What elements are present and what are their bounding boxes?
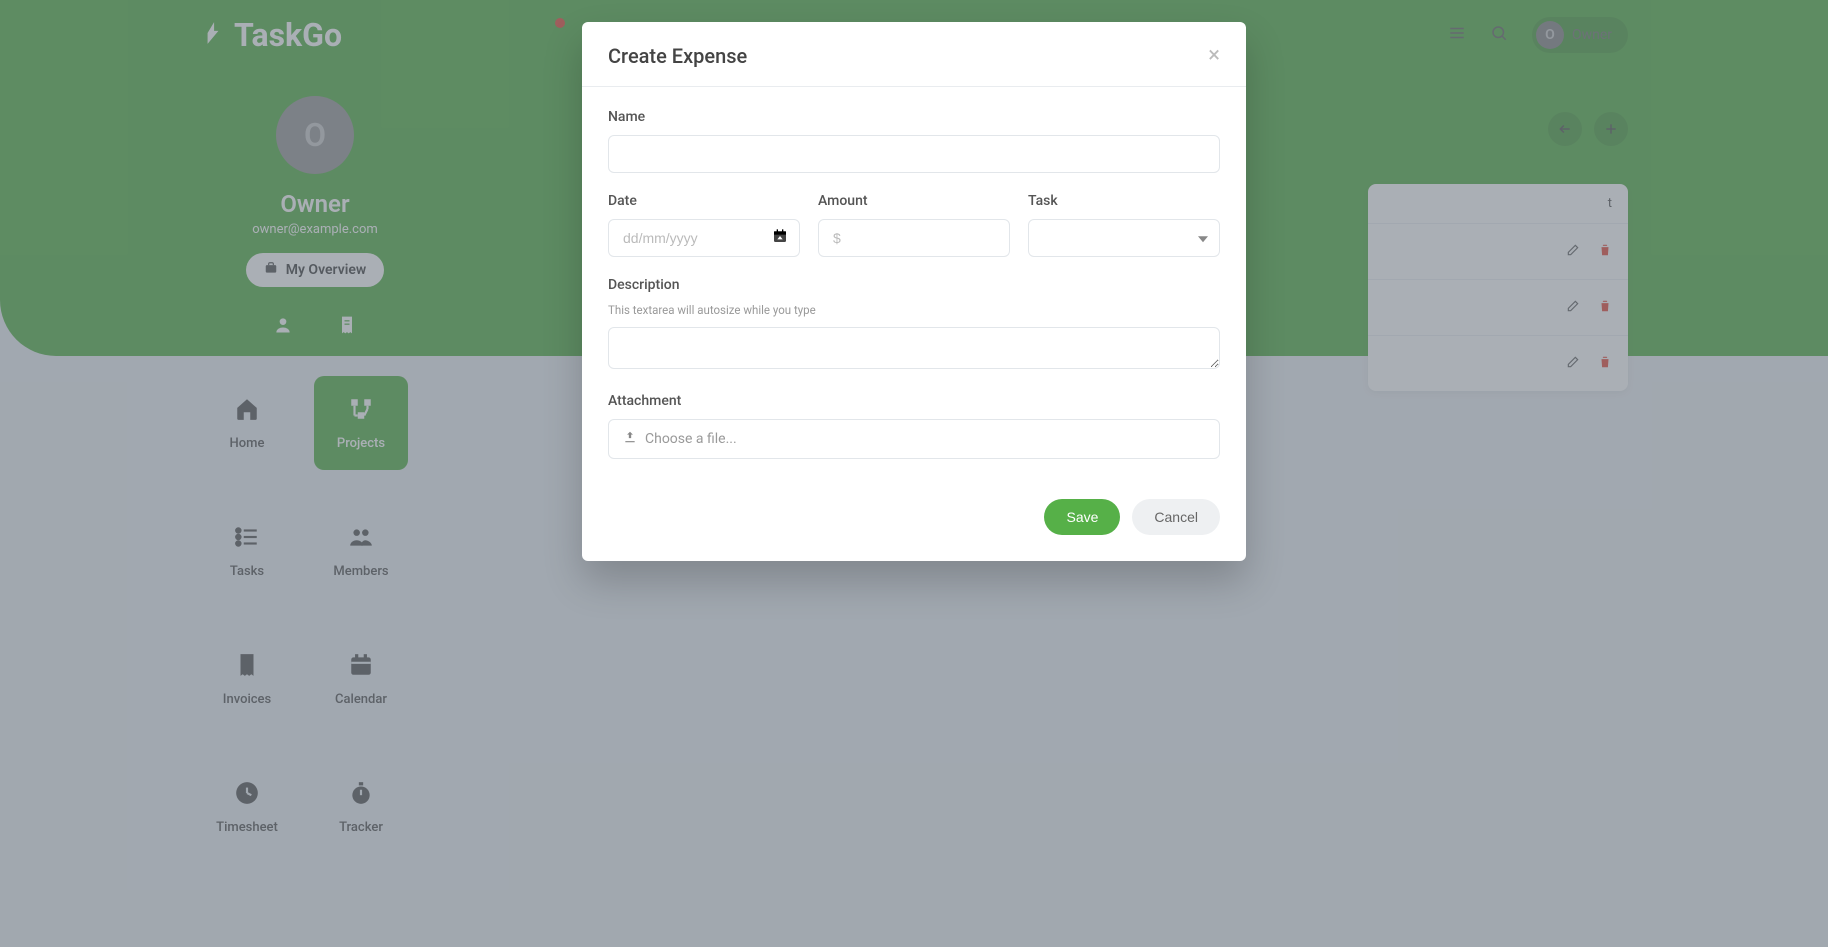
amount-input[interactable]	[818, 219, 1010, 257]
description-help: This textarea will autosize while you ty…	[608, 303, 1220, 317]
file-placeholder: Choose a file...	[645, 431, 737, 447]
name-label: Name	[608, 109, 1220, 125]
field-date: Date	[608, 193, 800, 257]
field-row: Date Amount Task	[608, 193, 1220, 257]
upload-icon	[623, 430, 637, 448]
date-input[interactable]	[608, 219, 800, 257]
field-name: Name	[608, 109, 1220, 173]
description-textarea[interactable]	[608, 327, 1220, 369]
cancel-button[interactable]: Cancel	[1132, 499, 1220, 535]
save-button[interactable]: Save	[1044, 499, 1120, 535]
modal-footer: Save Cancel	[582, 485, 1246, 561]
field-amount: Amount	[818, 193, 1010, 257]
file-input[interactable]: Choose a file...	[608, 419, 1220, 459]
field-task: Task	[1028, 193, 1220, 257]
description-label: Description	[608, 277, 1220, 293]
date-label: Date	[608, 193, 800, 209]
attachment-label: Attachment	[608, 393, 1220, 409]
amount-label: Amount	[818, 193, 1010, 209]
create-expense-modal: Create Expense × Name Date Amount	[582, 22, 1246, 561]
close-icon[interactable]: ×	[1208, 45, 1220, 67]
field-attachment: Attachment Choose a file...	[608, 393, 1220, 459]
name-input[interactable]	[608, 135, 1220, 173]
task-select[interactable]	[1028, 219, 1220, 257]
modal-body: Name Date Amount Task	[582, 87, 1246, 485]
task-label: Task	[1028, 193, 1220, 209]
modal-header: Create Expense ×	[582, 22, 1246, 87]
modal-title: Create Expense	[608, 44, 747, 68]
field-description: Description This textarea will autosize …	[608, 277, 1220, 373]
